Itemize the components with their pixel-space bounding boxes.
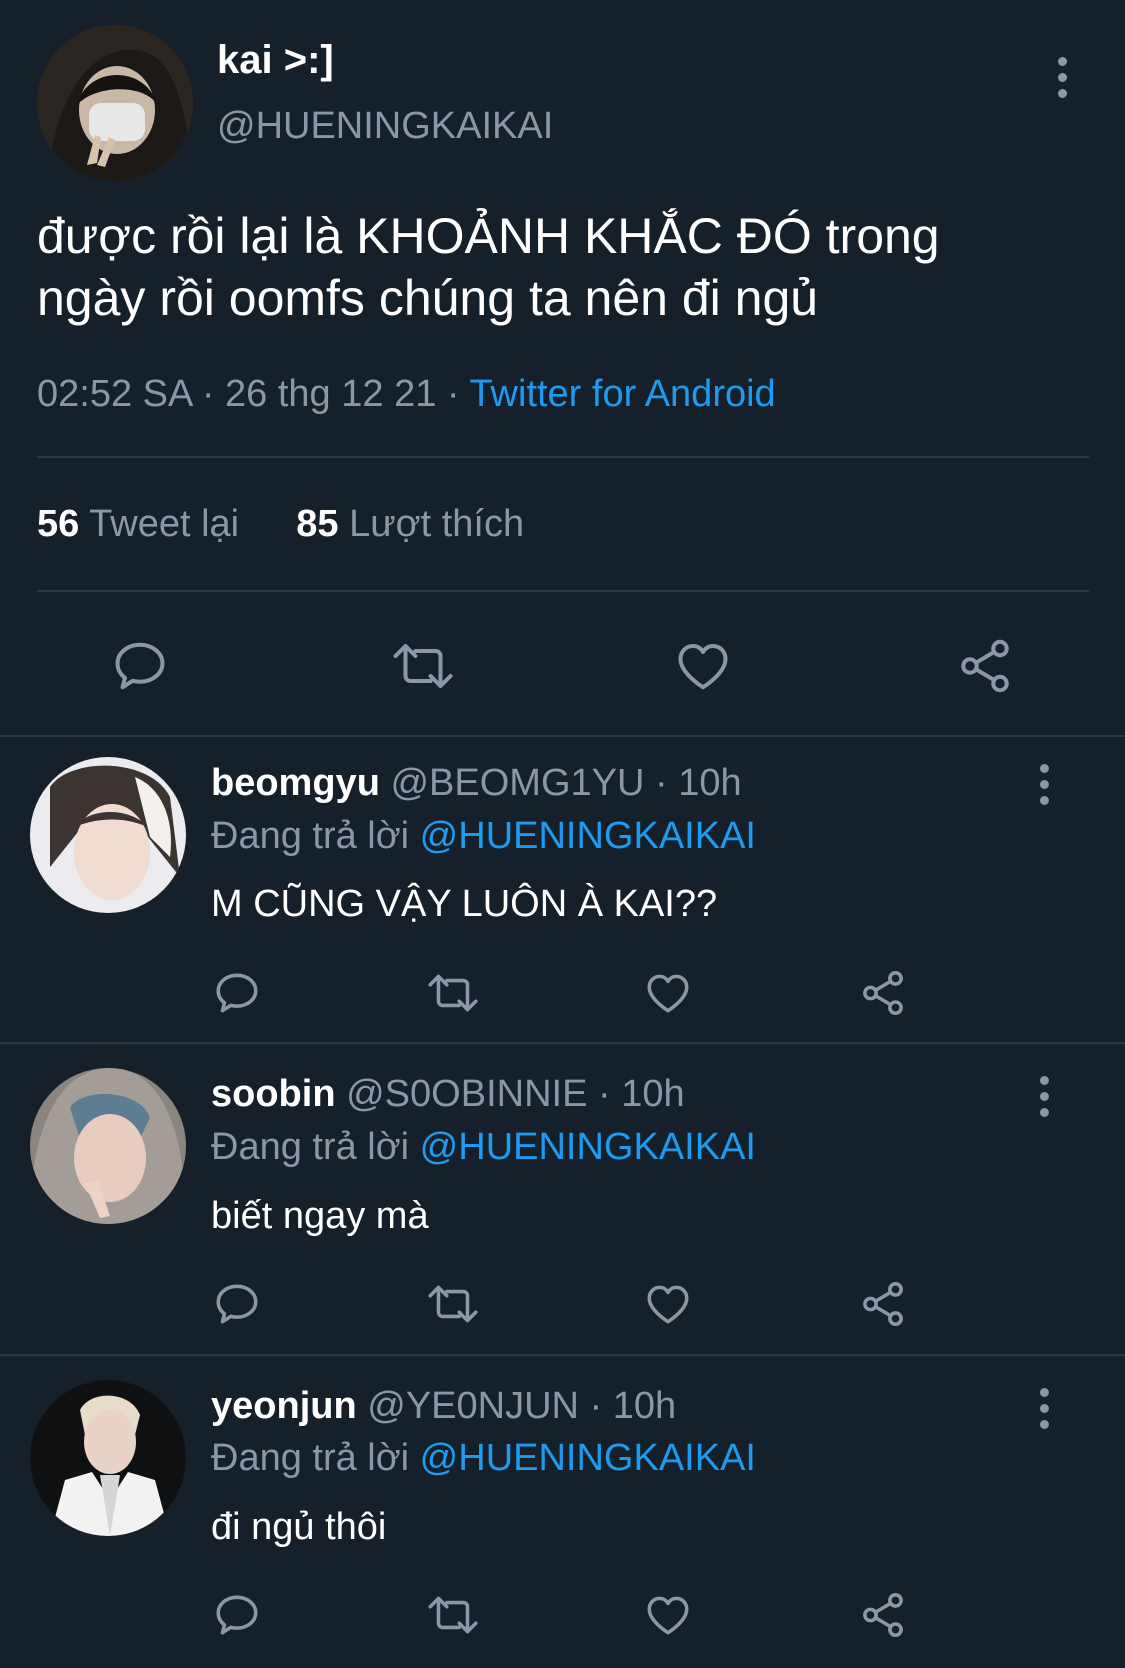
share-icon[interactable] [858, 1590, 908, 1640]
more-icon[interactable] [1037, 764, 1051, 805]
like-icon[interactable] [643, 1279, 693, 1329]
more-icon[interactable] [1055, 57, 1069, 98]
replying-to: Đang trả lời @HUENINGKAIKAI [211, 1437, 756, 1480]
reply-text: biết ngay mà [211, 1195, 429, 1237]
replying-to: Đang trả lời @HUENINGKAIKAI [211, 815, 756, 858]
retweet-icon[interactable] [424, 968, 482, 1018]
reply-time: · 10h [597, 1073, 685, 1115]
tweet-time: 02:52 SA [37, 373, 192, 415]
more-icon[interactable] [1037, 1076, 1051, 1117]
tweet-source-link[interactable]: Twitter for Android [469, 373, 775, 415]
divider [0, 1354, 1125, 1356]
replying-to-handle[interactable]: @HUENINGKAIKAI [420, 1437, 756, 1479]
replying-to-handle[interactable]: @HUENINGKAIKAI [420, 1126, 756, 1168]
like-stat[interactable]: 85 Lượt thích [296, 503, 524, 545]
reply-display-name[interactable]: soobin [211, 1073, 336, 1115]
tweet-stats: 56 Tweet lại 85 Lượt thích [37, 503, 524, 546]
divider [0, 1042, 1125, 1044]
tweet-meta: 02:52 SA · 26 thg 12 21 · Twitter for An… [37, 373, 776, 416]
main-tweet-text: được rồi lại là KHOẢNH KHẮC ĐÓ trong ngà… [37, 205, 1097, 329]
divider [37, 456, 1089, 458]
retweet-stat[interactable]: 56 Tweet lại [37, 503, 250, 545]
more-icon[interactable] [1037, 1388, 1051, 1429]
main-tweet-text-line2: ngày rồi oomfs chúng ta nên đi ngủ [37, 270, 819, 326]
like-label: Lượt thích [349, 503, 525, 545]
retweet-icon[interactable] [424, 1279, 482, 1329]
reply-handle[interactable]: @YE0NJUN [367, 1385, 579, 1427]
retweet-icon[interactable] [424, 1590, 482, 1640]
reply-icon[interactable] [212, 968, 262, 1018]
share-icon[interactable] [858, 1279, 908, 1329]
main-tweet-text-line1: được rồi lại là KHOẢNH KHẮC ĐÓ trong [37, 208, 940, 264]
replying-label: Đang trả lời [211, 1126, 410, 1168]
main-handle[interactable]: @HUENINGKAIKAI [217, 105, 553, 148]
like-icon[interactable] [643, 968, 693, 1018]
meta-separator: · [446, 373, 460, 415]
reply-header: yeonjun @YE0NJUN · 10h [211, 1385, 676, 1428]
reply-icon[interactable] [110, 636, 170, 696]
main-display-name[interactable]: kai >:] [217, 38, 334, 83]
divider [37, 590, 1089, 592]
reply-handle[interactable]: @S0OBINNIE [346, 1073, 587, 1115]
share-icon[interactable] [955, 636, 1015, 696]
main-tweet-avatar[interactable] [37, 25, 193, 181]
reply-time: · 10h [589, 1385, 677, 1427]
reply-avatar[interactable] [30, 1068, 186, 1224]
divider [0, 735, 1125, 737]
meta-separator: · [201, 373, 215, 415]
reply-header: beomgyu @BEOMG1YU · 10h [211, 762, 742, 805]
like-icon[interactable] [643, 1590, 693, 1640]
like-icon[interactable] [673, 636, 733, 696]
reply-avatar[interactable] [30, 1380, 186, 1536]
replying-label: Đang trả lời [211, 1437, 410, 1479]
reply-icon[interactable] [212, 1279, 262, 1329]
reply-display-name[interactable]: beomgyu [211, 762, 380, 804]
retweet-icon[interactable] [388, 636, 458, 696]
reply-display-name[interactable]: yeonjun [211, 1385, 357, 1427]
reply-text: đi ngủ thôi [211, 1506, 387, 1548]
reply-icon[interactable] [212, 1590, 262, 1640]
tweet-date: 26 thg 12 21 [225, 373, 437, 415]
reply-text: M CŨNG VẬY LUÔN À KAI?? [211, 883, 718, 925]
reply-header: soobin @S0OBINNIE · 10h [211, 1073, 685, 1116]
replying-to: Đang trả lời @HUENINGKAIKAI [211, 1126, 756, 1169]
retweet-label: Tweet lại [89, 503, 240, 545]
reply-handle[interactable]: @BEOMG1YU [390, 762, 644, 804]
reply-avatar[interactable] [30, 757, 186, 913]
reply-time: · 10h [655, 762, 742, 804]
share-icon[interactable] [858, 968, 908, 1018]
replying-label: Đang trả lời [211, 815, 410, 857]
replying-to-handle[interactable]: @HUENINGKAIKAI [420, 815, 756, 857]
like-count: 85 [296, 503, 339, 545]
retweet-count: 56 [37, 503, 80, 545]
